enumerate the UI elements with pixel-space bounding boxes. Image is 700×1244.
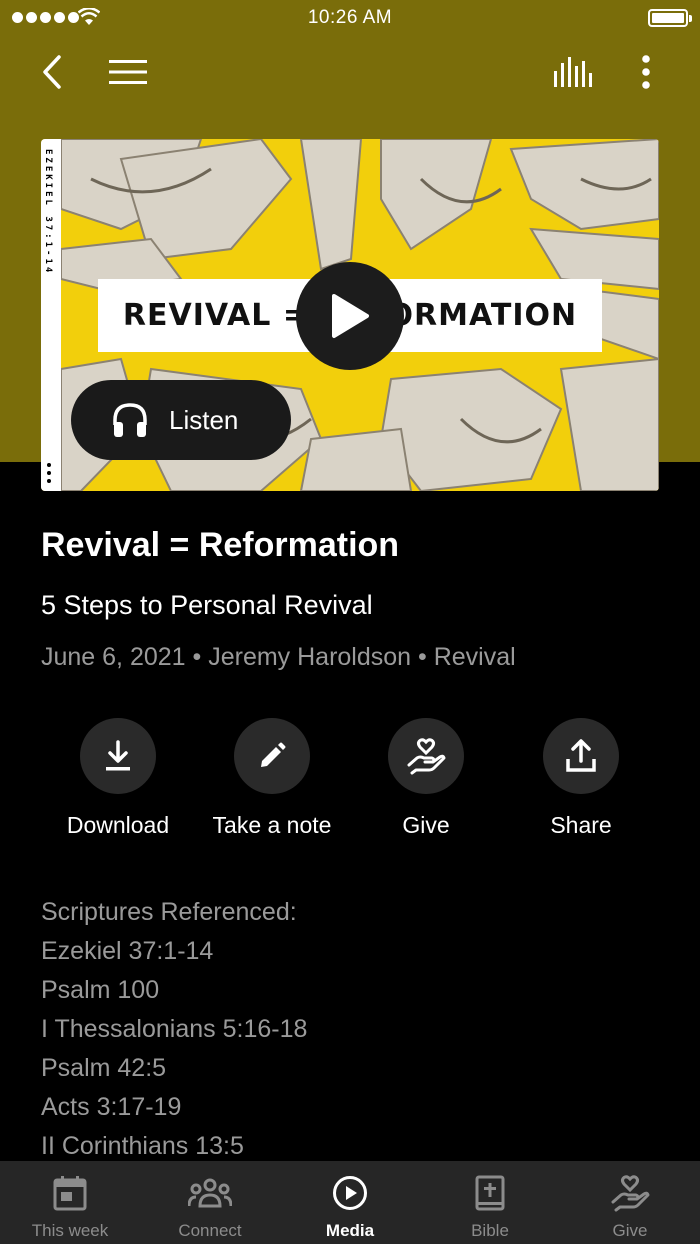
tab-label: Bible — [471, 1221, 509, 1240]
battery-icon — [648, 9, 692, 27]
listen-label: Listen — [169, 404, 239, 435]
status-time: 10:26 AM — [307, 7, 393, 28]
scriptures-heading: Scriptures Referenced: — [41, 898, 297, 926]
calendar-icon — [53, 1176, 87, 1211]
sermon-subtitle: 5 Steps to Personal Revival — [41, 590, 373, 620]
listen-button[interactable]: Listen — [71, 380, 291, 460]
artwork-side-text: EZEKIEL 37:1-14 — [43, 149, 53, 276]
tab-connect[interactable]: Connect — [140, 1161, 280, 1244]
take-note-button[interactable]: Take a note — [192, 718, 352, 839]
tab-label: Connect — [178, 1221, 242, 1240]
sermon-title: Revival = Reformation — [41, 526, 400, 564]
play-button[interactable] — [296, 262, 404, 370]
artwork-dots — [47, 463, 51, 483]
tab-this-week[interactable]: This week — [0, 1161, 140, 1244]
tab-media[interactable]: Media — [280, 1161, 420, 1244]
back-icon[interactable] — [30, 50, 74, 94]
tab-give[interactable]: Give — [560, 1161, 700, 1244]
download-label: Download — [66, 812, 170, 838]
menu-icon[interactable] — [106, 50, 150, 94]
give-label: Give — [402, 812, 450, 838]
sermon-artwork[interactable]: EZEKIEL 37:1-14 REVIVAL = RE — [41, 139, 659, 491]
play-icon — [332, 294, 369, 338]
scripture-item: Acts 3:17-19 — [41, 1093, 182, 1121]
headphones-icon — [113, 403, 147, 437]
share-label: Share — [550, 812, 612, 838]
give-icon — [407, 738, 446, 775]
take-note-label: Take a note — [212, 812, 332, 838]
share-icon — [566, 739, 596, 772]
give-icon — [611, 1175, 650, 1212]
download-button[interactable]: Download — [38, 718, 198, 839]
share-button[interactable]: Share — [501, 718, 661, 839]
action-row: Download Take a note Give Share — [0, 718, 700, 848]
scripture-item: I Thessalonians 5:16-18 — [41, 1015, 308, 1043]
status-bar: 10:26 AM — [0, 0, 700, 36]
tab-label: This week — [31, 1221, 109, 1240]
sermon-meta: June 6, 2021 • Jeremy Haroldson • Reviva… — [41, 643, 516, 671]
navigation-bar — [0, 40, 700, 104]
tab-label: Give — [612, 1221, 648, 1240]
scripture-item: Psalm 42:5 — [41, 1054, 167, 1082]
bible-icon — [475, 1175, 505, 1211]
tab-label: Media — [325, 1221, 375, 1240]
people-icon — [188, 1178, 232, 1208]
tab-bible[interactable]: Bible — [420, 1161, 560, 1244]
scriptures-list: Scriptures Referenced: Ezekiel 37:1-14 P… — [41, 893, 307, 1166]
tab-bar: This week Connect Media Bible Give — [0, 1161, 700, 1244]
pencil-icon — [261, 742, 286, 767]
scripture-item: Ezekiel 37:1-14 — [41, 937, 214, 965]
equalizer-icon[interactable] — [550, 50, 594, 94]
play-circle-icon — [333, 1176, 367, 1210]
more-vert-icon[interactable] — [624, 50, 668, 94]
download-icon — [106, 740, 130, 771]
give-button[interactable]: Give — [346, 718, 506, 839]
artwork-side-strip: EZEKIEL 37:1-14 — [41, 139, 61, 491]
scripture-item: Psalm 100 — [41, 976, 160, 1004]
